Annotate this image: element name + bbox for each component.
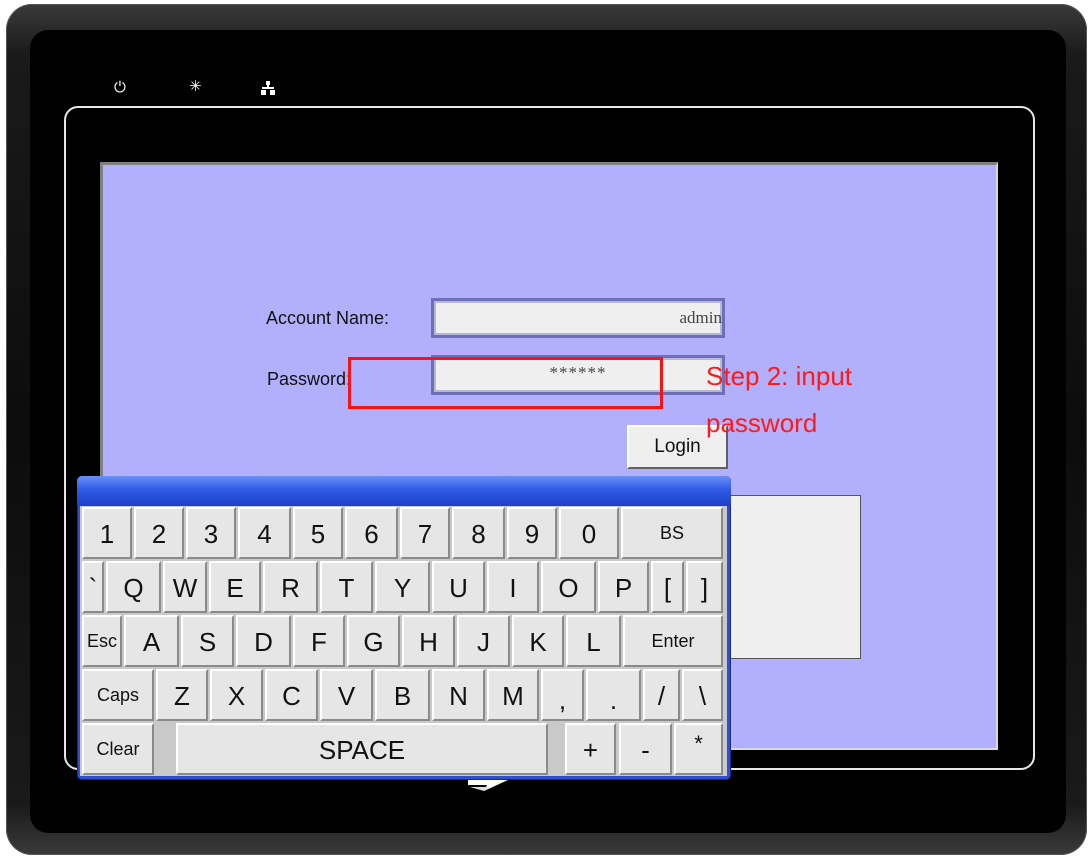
- password-label: Password:: [267, 369, 352, 389]
- key-u[interactable]: U: [432, 561, 485, 613]
- key-right-bracket[interactable]: ]: [686, 561, 723, 613]
- key-space[interactable]: SPACE: [176, 723, 548, 775]
- key-g[interactable]: G: [347, 615, 400, 667]
- key-m[interactable]: M: [487, 669, 539, 721]
- message-panel: [730, 495, 861, 659]
- key-p[interactable]: P: [598, 561, 649, 613]
- key-x[interactable]: X: [210, 669, 263, 721]
- password-highlight-box: [348, 357, 663, 409]
- annotation-line-2: password: [706, 408, 818, 438]
- key-left-bracket[interactable]: [: [651, 561, 684, 613]
- key-asterisk[interactable]: *: [674, 723, 723, 775]
- key-8[interactable]: 8: [452, 507, 505, 559]
- key-period[interactable]: .: [586, 669, 641, 721]
- key-4[interactable]: 4: [238, 507, 291, 559]
- key-w[interactable]: W: [163, 561, 207, 613]
- step-annotation: Step 2: input password: [706, 353, 926, 447]
- key-d[interactable]: D: [236, 615, 291, 667]
- key-f[interactable]: F: [293, 615, 345, 667]
- key-1[interactable]: 1: [82, 507, 132, 559]
- key-6[interactable]: 6: [345, 507, 398, 559]
- key-clear[interactable]: Clear: [82, 723, 154, 775]
- key-9[interactable]: 9: [507, 507, 557, 559]
- key-z[interactable]: Z: [156, 669, 208, 721]
- key-7[interactable]: 7: [400, 507, 450, 559]
- run-led-icon: ✳: [189, 77, 202, 95]
- account-name-input[interactable]: admin: [431, 298, 725, 338]
- key-n[interactable]: N: [432, 669, 485, 721]
- key-comma[interactable]: ,: [541, 669, 584, 721]
- key-k[interactable]: K: [512, 615, 564, 667]
- key-5[interactable]: 5: [293, 507, 343, 559]
- key-s[interactable]: S: [181, 615, 234, 667]
- key-backtick[interactable]: `: [82, 561, 104, 613]
- key-2[interactable]: 2: [134, 507, 184, 559]
- key-r[interactable]: R: [263, 561, 318, 613]
- annotation-line-1: Step 2: input: [706, 361, 852, 391]
- network-led-icon: [261, 81, 275, 95]
- on-screen-keyboard: 1 2 3 4 5 6 7 8 9 0 BS ` Q W E R T Y U I…: [77, 476, 731, 780]
- key-c[interactable]: C: [265, 669, 318, 721]
- keyboard-title-bar[interactable]: [77, 476, 731, 506]
- key-e[interactable]: E: [209, 561, 261, 613]
- key-i[interactable]: I: [487, 561, 539, 613]
- key-y[interactable]: Y: [375, 561, 430, 613]
- key-o[interactable]: O: [541, 561, 596, 613]
- key-minus[interactable]: -: [619, 723, 672, 775]
- key-esc[interactable]: Esc: [82, 615, 122, 667]
- key-v[interactable]: V: [320, 669, 373, 721]
- key-h[interactable]: H: [402, 615, 455, 667]
- key-backspace[interactable]: BS: [621, 507, 723, 559]
- key-j[interactable]: J: [457, 615, 510, 667]
- key-0[interactable]: 0: [559, 507, 619, 559]
- key-caps[interactable]: Caps: [82, 669, 154, 721]
- power-led-icon: ⏻: [114, 78, 126, 96]
- key-q[interactable]: Q: [106, 561, 161, 613]
- key-3[interactable]: 3: [186, 507, 236, 559]
- key-slash[interactable]: /: [643, 669, 680, 721]
- account-name-label: Account Name:: [266, 308, 390, 328]
- key-b[interactable]: B: [375, 669, 430, 721]
- key-t[interactable]: T: [320, 561, 373, 613]
- key-l[interactable]: L: [566, 615, 621, 667]
- key-backslash[interactable]: \: [682, 669, 723, 721]
- key-enter[interactable]: Enter: [623, 615, 723, 667]
- key-plus[interactable]: +: [565, 723, 616, 775]
- key-a[interactable]: A: [124, 615, 179, 667]
